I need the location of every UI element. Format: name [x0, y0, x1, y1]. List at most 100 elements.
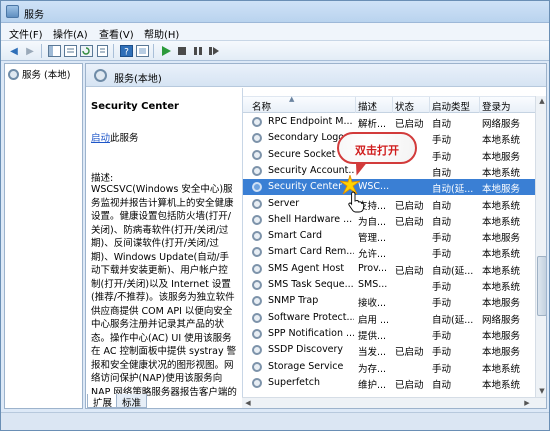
service-description: 当发...	[358, 347, 387, 359]
service-row[interactable]: Software Protect... 启用 ... 自动(延... 网络服务	[243, 310, 535, 326]
service-row[interactable]: Security Account... 自动 本地系统	[243, 163, 535, 179]
back-icon[interactable]: ◀	[7, 44, 21, 58]
gear-icon	[252, 231, 262, 242]
service-name: Storage Service	[268, 360, 344, 372]
services-app-icon	[6, 5, 19, 18]
tree-pane: 服务 (本地)	[4, 63, 83, 409]
gear-icon	[252, 165, 262, 176]
hand-cursor-icon	[348, 191, 364, 213]
service-name: SSDP Discovery	[268, 344, 344, 356]
gear-icon	[252, 361, 262, 372]
scroll-down-icon[interactable]: ▼	[537, 386, 546, 396]
gear-icon	[252, 328, 262, 339]
service-name: Smart Card Rem...	[268, 246, 354, 258]
list-icon[interactable]	[63, 44, 77, 58]
service-row[interactable]: Smart Card Rem... 允许... 手动 本地系统	[243, 244, 535, 260]
tab-extended[interactable]: 扩展	[87, 394, 119, 409]
window-title: 服务	[24, 10, 44, 21]
vertical-scrollbar[interactable]: ▲ ▼	[535, 96, 546, 397]
service-logon: 本地系统	[482, 167, 521, 179]
service-row[interactable]: RPC Endpoint M... 解析... 已启动 自动 网络服务	[243, 114, 535, 130]
column-name[interactable]: 名称	[252, 99, 271, 113]
toolbar-separator	[41, 44, 42, 58]
service-logon: 网络服务	[482, 314, 521, 326]
tree-node-services-local[interactable]: 服务 (本地)	[8, 67, 70, 81]
service-row[interactable]: SMS Agent Host Prov... 已启动 自动(延... 本地系统	[243, 261, 535, 277]
service-row[interactable]: Server 支持... 已启动 自动 本地系统	[243, 196, 535, 212]
description-label: 描述:	[91, 173, 114, 184]
scroll-right-icon[interactable]: ▶	[522, 398, 532, 408]
service-description: 解析...	[358, 119, 387, 130]
service-start-type: 手动	[432, 347, 452, 359]
service-row[interactable]: Smart Card 管理... 手动 本地服务	[243, 228, 535, 244]
service-row[interactable]: SSDP Discovery 当发... 已启动 手动 本地服务	[243, 342, 535, 358]
service-start-type: 手动	[432, 298, 452, 310]
main-header-title: 服务(本地)	[114, 74, 162, 85]
service-description: 启用 ...	[358, 314, 390, 326]
service-row[interactable]: SPP Notification ... 提供... 手动 本地服务	[243, 326, 535, 342]
service-row[interactable]: Shell Hardware ... 为自... 已启动 自动 本地系统	[243, 212, 535, 228]
service-start-type: 自动	[432, 200, 452, 212]
column-status[interactable]: 状态	[395, 99, 414, 113]
sort-up-icon: ▲	[289, 95, 295, 103]
show-tree-icon[interactable]	[47, 44, 61, 58]
start-service-link[interactable]: 启动	[91, 133, 110, 144]
gear-icon	[252, 296, 262, 307]
refresh-icon[interactable]	[79, 44, 93, 58]
gear-icon	[8, 68, 19, 80]
stop-icon[interactable]	[175, 44, 189, 58]
column-separator[interactable]	[429, 97, 430, 113]
column-logon[interactable]: 登录为	[482, 99, 511, 113]
service-start-type: 自动	[432, 119, 452, 130]
scroll-thumb[interactable]	[537, 256, 546, 316]
play-icon[interactable]	[159, 44, 173, 58]
service-row[interactable]: SMS Task Seque... SMS... 手动 本地系统	[243, 277, 535, 293]
column-description[interactable]: 描述	[358, 99, 377, 113]
service-row[interactable]: Superfetch 维护... 已启动 自动 本地系统	[243, 375, 535, 391]
service-description: 管理...	[358, 233, 387, 245]
gear-icon	[252, 149, 262, 160]
service-logon: 本地服务	[482, 184, 521, 196]
service-status: 已启动	[395, 200, 424, 212]
main-header: 服务(本地)	[86, 64, 546, 87]
column-separator[interactable]	[355, 97, 356, 113]
callout-text: 双击打开	[355, 144, 399, 157]
service-name: Shell Hardware ...	[268, 213, 353, 225]
service-start-type: 手动	[432, 282, 452, 293]
column-start-type[interactable]: 启动类型	[432, 99, 470, 113]
service-description: SMS...	[358, 279, 388, 290]
menu-help[interactable]: 帮助(H)	[144, 26, 179, 41]
menu-file[interactable]: 文件(F)	[9, 26, 43, 41]
title-bar[interactable]: 服务	[1, 1, 549, 23]
scroll-up-icon[interactable]: ▲	[537, 96, 546, 106]
gear-icon	[252, 214, 262, 225]
status-bar	[1, 412, 549, 430]
main-pane: 服务(本地) Security Center 启动此服务 描述: WSCSVC(…	[85, 63, 547, 409]
help-icon[interactable]: ?	[119, 44, 133, 58]
service-name: SPP Notification ...	[268, 327, 354, 339]
properties-icon[interactable]	[135, 44, 149, 58]
service-row[interactable]: SNMP Trap 接收... 手动 本地服务	[243, 293, 535, 309]
service-row[interactable]: Storage Service 为存... 手动 本地系统	[243, 359, 535, 375]
service-start-type: 自动	[432, 379, 452, 391]
menu-view[interactable]: 查看(V)	[99, 26, 134, 41]
gear-icon	[94, 69, 107, 82]
forward-icon[interactable]: ▶	[23, 44, 37, 58]
menu-action[interactable]: 操作(A)	[53, 26, 88, 41]
tab-standard[interactable]: 标准	[116, 394, 148, 409]
restart-icon[interactable]	[207, 44, 221, 58]
export-icon[interactable]	[95, 44, 109, 58]
column-separator[interactable]	[479, 97, 480, 113]
service-logon: 本地系统	[482, 265, 521, 277]
service-start-type: 自动(延...	[432, 265, 474, 277]
service-logon: 本地服务	[482, 330, 521, 342]
gear-icon	[252, 198, 262, 209]
pause-icon[interactable]	[191, 44, 205, 58]
service-row-selected[interactable]: Security Center WSC... 自动(延... 本地服务	[243, 179, 535, 196]
horizontal-scrollbar[interactable]: ◀ ▶	[242, 397, 546, 408]
service-name: RPC Endpoint M...	[268, 116, 353, 127]
service-logon: 本地服务	[482, 151, 521, 163]
column-separator[interactable]	[392, 97, 393, 113]
menu-bar: 文件(F) 操作(A) 查看(V) 帮助(H)	[1, 23, 549, 41]
description-text: WSCSVC(Windows 安全中心)服务监视并报告计算机上的安全健康设置。健…	[91, 184, 237, 397]
